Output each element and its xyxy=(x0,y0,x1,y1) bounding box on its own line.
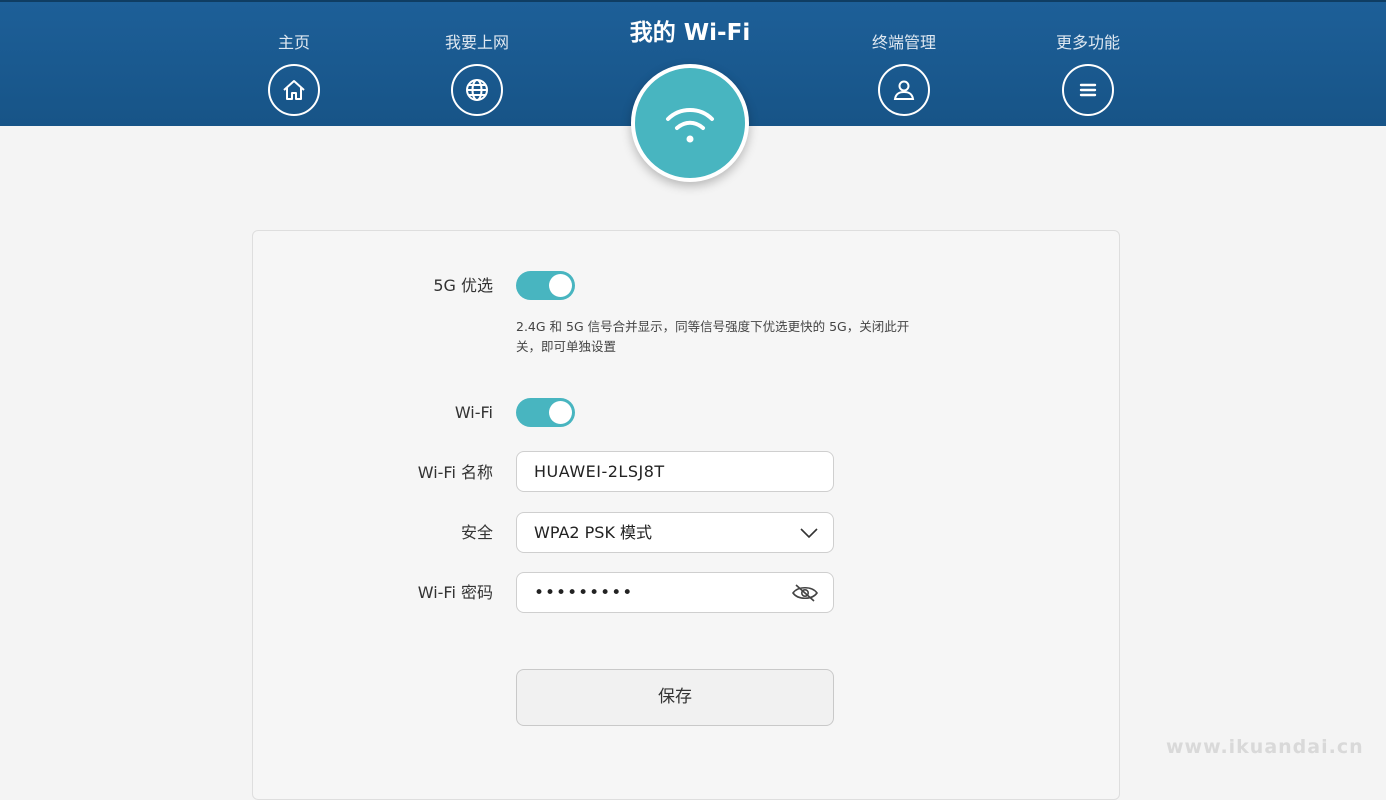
security-value: WPA2 PSK 模式 xyxy=(534,523,653,542)
toggle-knob xyxy=(549,274,572,297)
security-label: 安全 xyxy=(460,523,493,542)
ssid-label: Wi-Fi 名称 xyxy=(417,463,493,482)
toggle-knob xyxy=(549,401,572,424)
page-title: 我的 Wi-Fi xyxy=(629,20,751,46)
nav-more-label: 更多功能 xyxy=(1055,33,1120,52)
password-value[interactable]: ••••••••• xyxy=(534,583,633,603)
nav-internet-label: 我要上网 xyxy=(444,33,509,52)
wifi-toggle[interactable] xyxy=(516,398,575,427)
nav-devices-label: 终端管理 xyxy=(871,33,936,52)
password-field[interactable]: ••••••••• xyxy=(516,572,834,613)
ssid-input[interactable] xyxy=(534,453,774,490)
globe-icon xyxy=(451,64,503,116)
nav-home-label: 主页 xyxy=(277,33,310,52)
password-label: Wi-Fi 密码 xyxy=(417,583,493,602)
security-select[interactable]: WPA2 PSK 模式 xyxy=(516,512,834,553)
band-steering-label: 5G 优选 xyxy=(433,276,493,295)
watermark: www.ikuandai.cn xyxy=(1166,736,1364,758)
user-icon xyxy=(878,64,930,116)
band-steering-hint: 2.4G 和 5G 信号合并显示，同等信号强度下优选更快的 5G，关闭此开 关，… xyxy=(516,317,986,357)
nav-internet[interactable]: 我要上网 xyxy=(407,30,547,116)
wifi-icon[interactable] xyxy=(631,64,749,182)
chevron-down-icon xyxy=(799,513,819,552)
nav-more[interactable]: 更多功能 xyxy=(1018,30,1158,116)
band-steering-toggle[interactable] xyxy=(516,271,575,300)
eye-off-icon[interactable] xyxy=(791,573,819,612)
hint-line-1: 2.4G 和 5G 信号合并显示，同等信号强度下优选更快的 5G，关闭此开 xyxy=(516,319,910,334)
wifi-label: Wi-Fi xyxy=(454,403,493,422)
hint-line-2: 关，即可单独设置 xyxy=(516,339,617,354)
home-icon xyxy=(268,64,320,116)
nav-devices[interactable]: 终端管理 xyxy=(834,30,974,116)
nav-home[interactable]: 主页 xyxy=(224,30,364,116)
save-button[interactable]: 保存 xyxy=(516,669,834,726)
ssid-field[interactable] xyxy=(516,451,834,492)
menu-icon xyxy=(1062,64,1114,116)
